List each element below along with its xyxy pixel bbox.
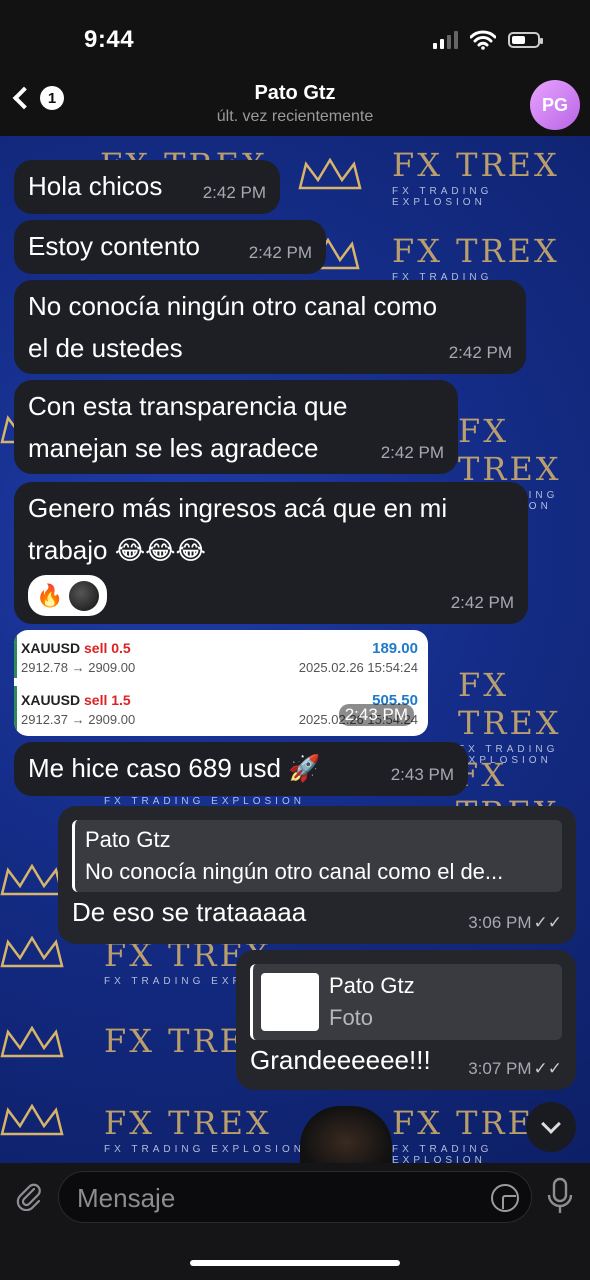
reply-photo-thumbnail <box>261 972 319 1031</box>
message-reactions[interactable]: 🔥 <box>28 575 108 617</box>
signal-icon <box>433 31 458 49</box>
trade-symbol: XAUUSD <box>21 692 81 708</box>
reply-preview[interactable]: Pato Gtz Foto <box>250 964 562 1040</box>
message-time: 2:42 PM <box>450 592 514 612</box>
message-time: 2:42 PM <box>448 342 512 362</box>
trade-row: XAUUSD sell 0.5 189.00 2912.78 → 2909.00… <box>14 634 428 678</box>
reply-author: Pato Gtz <box>329 973 415 998</box>
read-check-icon: ✓✓ <box>533 1058 563 1078</box>
watermark-tagline: FX TRADING EXPLOSION <box>392 186 493 208</box>
message-text: trabajo 😂😂😂 <box>28 534 206 565</box>
reply-author: Pato Gtz <box>85 827 171 852</box>
read-check-icon: ✓✓ <box>533 912 563 932</box>
chat-area[interactable]: FX TREX FX TREXFX TRADING EXPLOSION FX T… <box>0 136 590 1163</box>
watermark-brand: FX TREX <box>104 1104 272 1142</box>
message-input[interactable] <box>77 1172 477 1224</box>
wifi-icon <box>470 30 496 50</box>
trade-side: sell 0.5 <box>84 640 131 656</box>
message-text: No conocía ningún otro canal como <box>28 291 438 321</box>
message-text: Hola chicos <box>28 171 163 201</box>
sticker-icon[interactable] <box>491 1184 519 1212</box>
watermark-brand: FX TREX <box>458 412 562 488</box>
message-time: 2:43 PM <box>338 704 414 726</box>
message-text: el de ustedes <box>28 332 183 363</box>
outgoing-message-bubble[interactable]: Pato Gtz No conocía ningún otro canal co… <box>58 806 576 944</box>
reply-text: No conocía ningún otro canal como el de.… <box>85 858 504 884</box>
last-seen-status: últ. vez recientemente <box>216 108 374 125</box>
reply-text: Foto <box>329 1004 374 1030</box>
message-bubble[interactable]: Me hice caso 689 usd 🚀 2:43 PM <box>14 742 468 796</box>
message-time: 2:42 PM <box>380 442 444 462</box>
watermark-brand: FX TREX <box>392 146 560 184</box>
reactor-avatar <box>69 580 100 611</box>
reply-preview[interactable]: Pato Gtz No conocía ningún otro canal co… <box>72 820 562 892</box>
trade-prices: 2912.78 → 2909.00 <box>21 660 136 675</box>
watermark-brand: FX TREX <box>458 666 562 742</box>
status-bar: 9:44 <box>0 0 590 80</box>
crown-logo-icon <box>0 1104 64 1136</box>
message-bubble[interactable]: Estoy contento 2:42 PM <box>14 220 326 274</box>
trade-side: sell 1.5 <box>84 692 131 708</box>
microphone-icon[interactable] <box>546 1177 574 1217</box>
scroll-to-bottom-button[interactable] <box>526 1102 576 1152</box>
message-time: 2:42 PM <box>202 182 266 202</box>
crown-logo-icon <box>0 936 64 968</box>
message-time: 2:42 PM <box>248 242 312 262</box>
watermark-row: FX TREXFX TRADING EXPLOSION FX TREXFX TR… <box>0 1104 590 1163</box>
message-bubble[interactable]: Con esta transparencia que manejan se le… <box>14 380 458 474</box>
message-text: Me hice caso 689 usd 🚀 <box>28 753 321 783</box>
chat-header: 1 Pato Gtz últ. vez recientemente PG <box>0 80 590 136</box>
fire-reaction[interactable]: 🔥 <box>36 578 63 613</box>
message-time: 3:07 PM <box>468 1058 532 1078</box>
clock: 9:44 <box>84 26 135 53</box>
attach-icon[interactable] <box>14 1181 44 1211</box>
battery-icon <box>508 32 543 48</box>
trade-profit: 189.00 <box>372 640 418 657</box>
message-text: Genero más ingresos acá que en mi <box>28 493 448 523</box>
crown-logo-icon <box>0 864 64 896</box>
crown-logo-icon <box>298 158 362 190</box>
message-bubble[interactable]: Hola chicos 2:42 PM <box>14 160 280 214</box>
chevron-down-icon <box>541 1114 561 1134</box>
message-bubble[interactable]: Genero más ingresos acá que en mi trabaj… <box>14 482 528 624</box>
message-time: 3:06 PM <box>468 912 532 932</box>
home-indicator[interactable] <box>190 1260 400 1266</box>
message-bubble[interactable]: No conocía ningún otro canal como el de … <box>14 280 526 374</box>
contact-name[interactable]: Pato Gtz <box>0 82 590 105</box>
trade-symbol: XAUUSD <box>21 640 81 656</box>
message-text: Estoy contento <box>28 231 200 261</box>
message-text: Con esta transparencia que <box>28 391 348 421</box>
trade-date: 2025.02.26 15:54:24 <box>298 660 418 675</box>
photo-message[interactable]: XAUUSD sell 0.5 189.00 2912.78 → 2909.00… <box>14 630 428 736</box>
message-field[interactable] <box>58 1171 532 1224</box>
watermark-brand: FX TREX <box>392 232 560 270</box>
contact-avatar[interactable]: PG <box>530 80 580 130</box>
message-time: 2:43 PM <box>390 764 454 784</box>
crown-logo-icon <box>0 1026 64 1058</box>
outgoing-message-bubble[interactable]: Pato Gtz Foto Grandeeeeee!!! 3:07 PM ✓✓ <box>236 950 576 1090</box>
watermark-tagline: FX TRADING EXPLOSION <box>104 1144 305 1155</box>
system-icons <box>433 30 543 50</box>
trade-prices: 2912.37 → 2909.00 <box>21 712 136 727</box>
